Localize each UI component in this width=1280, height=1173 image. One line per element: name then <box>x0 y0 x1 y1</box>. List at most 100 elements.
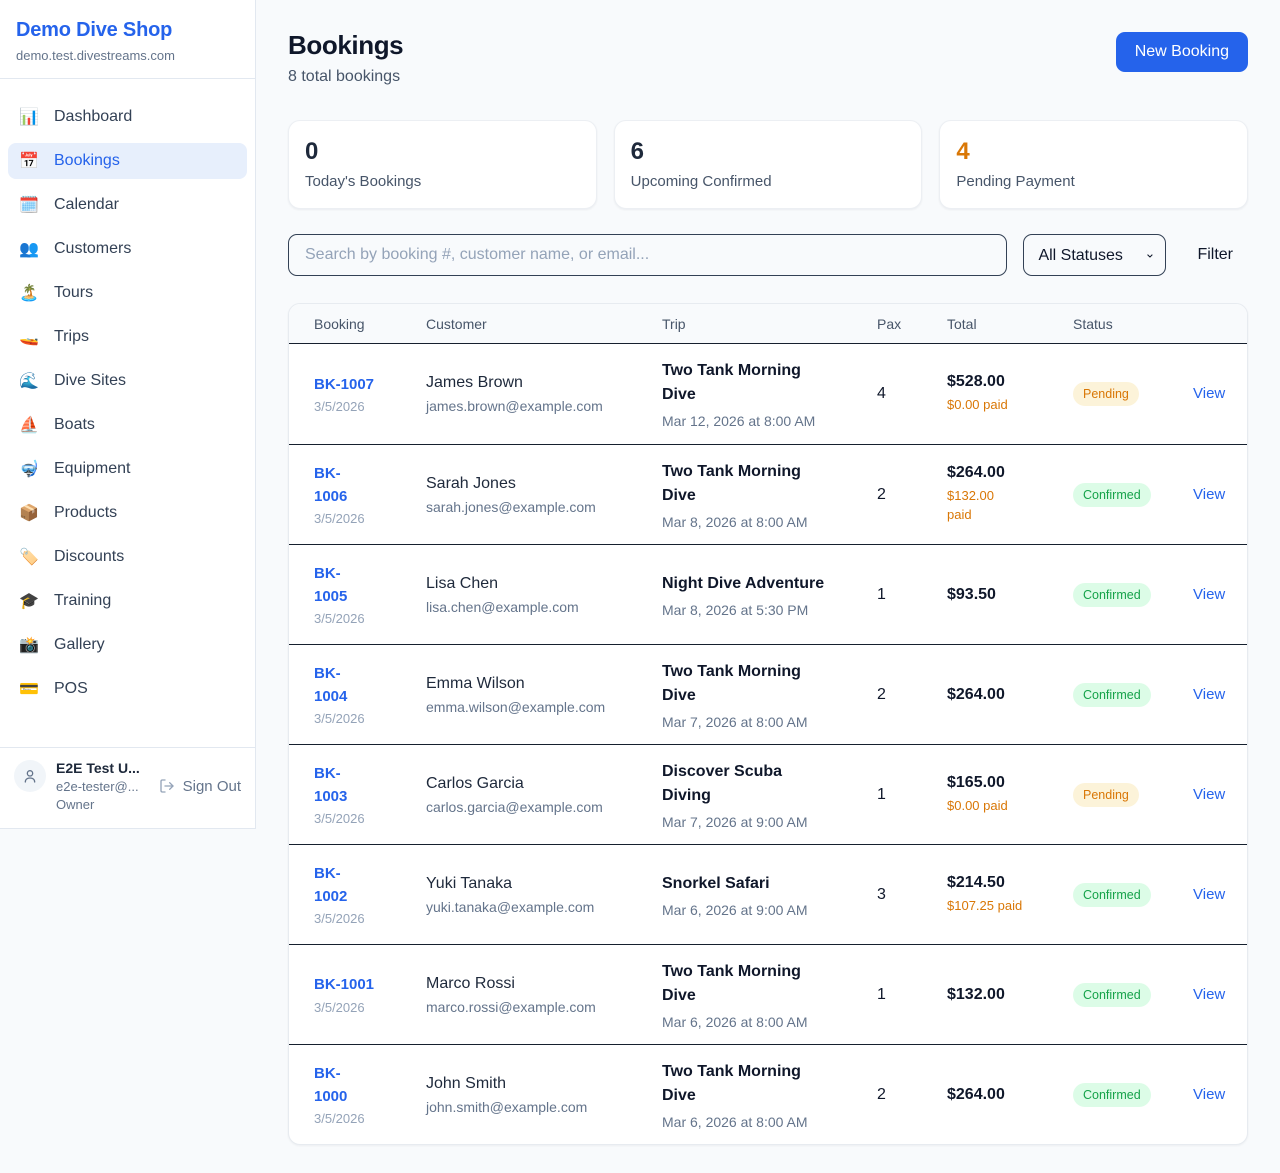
customer-email: james.brown@example.com <box>426 398 662 414</box>
sidebar-item-gallery[interactable]: 📸 Gallery <box>8 627 247 663</box>
view-cell: View <box>1193 486 1225 504</box>
booking-id-link[interactable]: BK- 1006 <box>314 463 426 508</box>
booking-created-date: 3/5/2026 <box>314 399 426 414</box>
trip-datetime: Mar 6, 2026 at 9:00 AM <box>662 902 877 918</box>
view-cell: View <box>1193 986 1225 1004</box>
status-badge: Confirmed <box>1073 1083 1151 1107</box>
total-amount: $214.50 <box>947 874 1073 892</box>
customer-name: John Smith <box>426 1075 662 1093</box>
main-content: Bookings 8 total bookings New Booking 0 … <box>256 0 1280 1173</box>
booking-cell: BK- 1004 3/5/2026 <box>314 663 426 726</box>
view-cell: View <box>1193 586 1225 604</box>
trip-name: Snorkel Safari <box>662 872 877 896</box>
paid-amount: $132.00 paid <box>947 487 1073 525</box>
sign-out-button[interactable]: Sign Out <box>159 778 241 795</box>
paid-amount: $0.00 paid <box>947 396 1073 415</box>
sidebar-item-discounts[interactable]: 🏷️ Discounts <box>8 539 247 575</box>
pax-count: 3 <box>877 886 947 904</box>
sidebar-item-dashboard[interactable]: 📊 Dashboard <box>8 99 247 135</box>
new-booking-button[interactable]: New Booking <box>1116 32 1248 72</box>
trip-datetime: Mar 6, 2026 at 8:00 AM <box>662 1014 877 1030</box>
sign-out-label: Sign Out <box>183 778 241 795</box>
page-title-block: Bookings 8 total bookings <box>288 30 403 86</box>
stat-card: 0 Today's Bookings <box>288 120 597 209</box>
table-row: BK- 1003 3/5/2026 Carlos Garcia carlos.g… <box>289 744 1247 844</box>
customer-name: Carlos Garcia <box>426 775 662 793</box>
total-cell: $264.00 $132.00 paid <box>947 464 1073 525</box>
view-booking-link[interactable]: View <box>1193 986 1225 1003</box>
sidebar-item-tours[interactable]: 🏝️ Tours <box>8 275 247 311</box>
booking-created-date: 3/5/2026 <box>314 911 426 926</box>
nav-icon-boats: ⛵ <box>18 415 40 435</box>
status-badge: Confirmed <box>1073 583 1151 607</box>
status-cell: Confirmed <box>1073 483 1193 507</box>
nav-icon-tours: 🏝️ <box>18 283 40 303</box>
nav-icon-dashboard: 📊 <box>18 107 40 127</box>
view-booking-link[interactable]: View <box>1193 486 1225 503</box>
view-booking-link[interactable]: View <box>1193 886 1225 903</box>
sidebar-item-boats[interactable]: ⛵ Boats <box>8 407 247 443</box>
search-input[interactable] <box>288 234 1007 276</box>
view-booking-link[interactable]: View <box>1193 586 1225 603</box>
customer-name: Emma Wilson <box>426 675 662 693</box>
shop-domain: demo.test.divestreams.com <box>16 48 239 63</box>
sidebar-item-calendar[interactable]: 🗓️ Calendar <box>8 187 247 223</box>
booking-id-link[interactable]: BK- 1004 <box>314 663 426 708</box>
pax-count: 2 <box>877 486 947 504</box>
sidebar-item-trips[interactable]: 🚤 Trips <box>8 319 247 355</box>
sidebar-item-customers[interactable]: 👥 Customers <box>8 231 247 267</box>
status-cell: Confirmed <box>1073 1083 1193 1107</box>
bookings-table: Booking Customer Trip Pax Total Status B… <box>288 303 1248 1145</box>
status-badge: Pending <box>1073 783 1139 807</box>
page-header: Bookings 8 total bookings New Booking <box>288 30 1248 86</box>
user-name: E2E Test U... <box>56 760 149 776</box>
total-bookings-count: 8 total bookings <box>288 68 403 86</box>
status-cell: Confirmed <box>1073 583 1193 607</box>
total-amount: $93.50 <box>947 586 1073 604</box>
booking-id-link[interactable]: BK-1007 <box>314 374 426 397</box>
booking-id-link[interactable]: BK- 1000 <box>314 1063 426 1108</box>
booking-created-date: 3/5/2026 <box>314 611 426 626</box>
booking-id-link[interactable]: BK- 1003 <box>314 763 426 808</box>
view-booking-link[interactable]: View <box>1193 786 1225 803</box>
sidebar-item-dive-sites[interactable]: 🌊 Dive Sites <box>8 363 247 399</box>
customer-cell: Lisa Chen lisa.chen@example.com <box>426 575 662 615</box>
total-amount: $264.00 <box>947 686 1073 704</box>
sidebar-item-label: Tours <box>54 284 93 302</box>
sidebar-item-products[interactable]: 📦 Products <box>8 495 247 531</box>
sidebar-item-bookings[interactable]: 📅 Bookings <box>8 143 247 179</box>
booking-cell: BK-1001 3/5/2026 <box>314 974 426 1015</box>
customer-email: emma.wilson@example.com <box>426 699 662 715</box>
sidebar-item-pos[interactable]: 💳 POS <box>8 671 247 707</box>
status-cell: Pending <box>1073 783 1193 807</box>
table-row: BK- 1000 3/5/2026 John Smith john.smith@… <box>289 1044 1247 1144</box>
view-cell: View <box>1193 786 1225 804</box>
view-booking-link[interactable]: View <box>1193 385 1225 402</box>
table-row: BK- 1004 3/5/2026 Emma Wilson emma.wilso… <box>289 644 1247 744</box>
sidebar-item-equipment[interactable]: 🤿 Equipment <box>8 451 247 487</box>
stat-label: Today's Bookings <box>305 173 580 190</box>
booking-id-link[interactable]: BK- 1002 <box>314 863 426 908</box>
column-header: Total <box>947 316 1073 332</box>
trip-name: Two Tank Morning Dive <box>662 660 877 708</box>
customer-name: Yuki Tanaka <box>426 875 662 893</box>
sidebar-item-label: Discounts <box>54 548 124 566</box>
booking-created-date: 3/5/2026 <box>314 811 426 826</box>
view-booking-link[interactable]: View <box>1193 1086 1225 1103</box>
trip-cell: Snorkel Safari Mar 6, 2026 at 9:00 AM <box>662 872 877 918</box>
trip-cell: Night Dive Adventure Mar 8, 2026 at 5:30… <box>662 572 877 618</box>
nav-icon-gallery: 📸 <box>18 635 40 655</box>
pax-count: 1 <box>877 786 947 804</box>
customer-name: Sarah Jones <box>426 475 662 493</box>
booking-id-link[interactable]: BK-1001 <box>314 974 426 997</box>
column-header: Pax <box>877 316 947 332</box>
sidebar-item-training[interactable]: 🎓 Training <box>8 583 247 619</box>
customer-name: James Brown <box>426 374 662 392</box>
filter-button[interactable]: Filter <box>1182 246 1248 264</box>
view-booking-link[interactable]: View <box>1193 686 1225 703</box>
sidebar-item-label: Boats <box>54 416 95 434</box>
total-amount: $528.00 <box>947 373 1073 391</box>
status-filter-select[interactable]: All Statuses <box>1023 234 1166 276</box>
booking-id-link[interactable]: BK- 1005 <box>314 563 426 608</box>
customer-name: Lisa Chen <box>426 575 662 593</box>
